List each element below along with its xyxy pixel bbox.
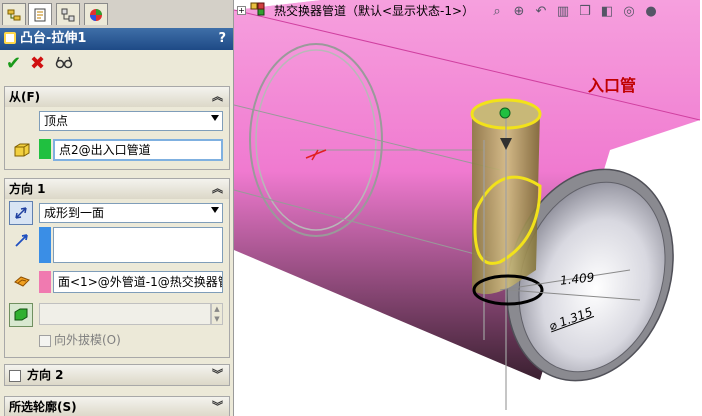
appearance-icon[interactable]: ● [642, 2, 660, 20]
model-view [234, 0, 701, 410]
draft-outward-label: 向外拔模(O) [54, 333, 121, 347]
section-view-icon[interactable]: ▥ [554, 2, 572, 20]
feature-title-bar: 凸台-拉伸1 ? [0, 28, 233, 50]
direction1-section: 方向 1 ︽ 成形到一面 面<1>@外管道-1@热交换器管i ▲ ▼ 向外拔模(… [4, 178, 230, 358]
view-orientation-icon[interactable]: ❒ [576, 2, 594, 20]
direction2-section: 方向 2 ︾ [4, 364, 230, 386]
direction-arrow-icon [11, 229, 33, 251]
previous-view-icon[interactable]: ↶ [532, 2, 550, 20]
property-manager: 凸台-拉伸1 ? ✔ ✖ 从(F) ︽ 顶点 点2@出入口管道 方向 1 ︽ 成… [0, 0, 234, 416]
dropdown-arrow-icon [211, 115, 219, 121]
config-icon [61, 8, 75, 21]
face-selection-value: 面<1>@外管道-1@热交换器管i [58, 275, 223, 289]
hide-show-icon[interactable]: ◎ [620, 2, 638, 20]
checkbox-box[interactable] [39, 334, 51, 347]
direction1-header-label: 方向 1 [9, 182, 46, 196]
direction2-checkbox[interactable] [9, 369, 21, 382]
vertex-point[interactable] [499, 107, 511, 119]
dropdown-arrow-icon [211, 207, 219, 213]
feature-manager-tab[interactable] [2, 3, 26, 25]
property-manager-tab[interactable] [28, 3, 52, 25]
spin-button[interactable]: ▲ ▼ [211, 303, 223, 325]
end-condition-dropdown[interactable]: 成形到一面 [39, 203, 223, 223]
appearance-icon [90, 8, 102, 21]
face-selection-field[interactable]: 面<1>@外管道-1@热交换器管i [53, 271, 223, 293]
display-manager-tab[interactable] [84, 3, 108, 25]
blue-selection-marker [39, 227, 51, 263]
from-header-label: 从(F) [9, 90, 41, 104]
inlet-annotation: 入口管 [588, 76, 637, 95]
zoom-area-icon[interactable]: ⊕ [510, 2, 528, 20]
zoom-to-fit-icon[interactable]: ⌕ [488, 2, 506, 20]
green-selection-marker [39, 139, 51, 159]
x-icon[interactable]: ✖ [30, 54, 45, 74]
collapse-chevron-icon[interactable]: ︽ [212, 179, 223, 199]
property-icon [34, 8, 46, 21]
feature-tree-root[interactable]: 热交换器管道（默认<显示状态-1>） [274, 2, 474, 20]
draft-angle-field[interactable] [39, 303, 211, 325]
feature-title: 凸台-拉伸1 [20, 31, 87, 46]
help-button[interactable]: ? [218, 28, 226, 50]
draft-icon[interactable] [9, 303, 33, 327]
pink-selection-marker [39, 271, 51, 293]
view-toolbar: ⌕ ⊕ ↶ ▥ ❒ ◧ ◎ ● [488, 2, 664, 20]
feature-tree-icon [7, 9, 21, 20]
from-condition-dropdown[interactable]: 顶点 [39, 111, 223, 131]
end-condition-value: 成形到一面 [44, 206, 105, 220]
graphics-area[interactable]: + [234, 0, 702, 416]
reverse-direction-icon[interactable] [9, 201, 33, 225]
collapse-chevron-icon[interactable]: ︽ [212, 87, 223, 107]
direction2-header[interactable]: 方向 2 ︾ [5, 365, 229, 385]
expand-chevron-icon[interactable]: ︾ [212, 365, 223, 385]
face-icon [11, 271, 33, 293]
from-header[interactable]: 从(F) ︽ [5, 87, 229, 107]
config-manager-tab[interactable] [56, 3, 80, 25]
vertex-selection-value: 点2@出入口管道 [59, 143, 151, 157]
direction-selection-field[interactable] [53, 227, 223, 263]
selected-contours-header[interactable]: 所选轮廓(S) ︾ [5, 397, 229, 416]
vertex-selection-field[interactable]: 点2@出入口管道 [53, 139, 223, 161]
tree-root-label: 热交换器管道（默认<显示状态-1>） [274, 4, 475, 18]
action-buttons: ✔ ✖ [0, 52, 233, 76]
direction1-header[interactable]: 方向 1 ︽ [5, 179, 229, 199]
from-section: 从(F) ︽ 顶点 点2@出入口管道 [4, 86, 230, 170]
tree-expand-icon[interactable]: + [237, 6, 246, 15]
draft-outward-checkbox[interactable]: 向外拔模(O) [39, 331, 121, 348]
vertex-icon [11, 139, 33, 161]
assembly-icon [250, 1, 266, 17]
from-condition-value: 顶点 [44, 114, 69, 128]
selected-contours-label: 所选轮廓(S) [9, 400, 77, 414]
manager-tabs [0, 0, 233, 28]
check-icon[interactable]: ✔ [6, 54, 21, 74]
glasses-icon[interactable] [55, 54, 73, 76]
display-style-icon[interactable]: ◧ [598, 2, 616, 20]
selected-contours-section: 所选轮廓(S) ︾ [4, 396, 230, 416]
boss-extrude-icon [4, 32, 16, 44]
expand-chevron-icon[interactable]: ︾ [212, 397, 223, 416]
direction2-header-label: 方向 2 [27, 368, 64, 382]
